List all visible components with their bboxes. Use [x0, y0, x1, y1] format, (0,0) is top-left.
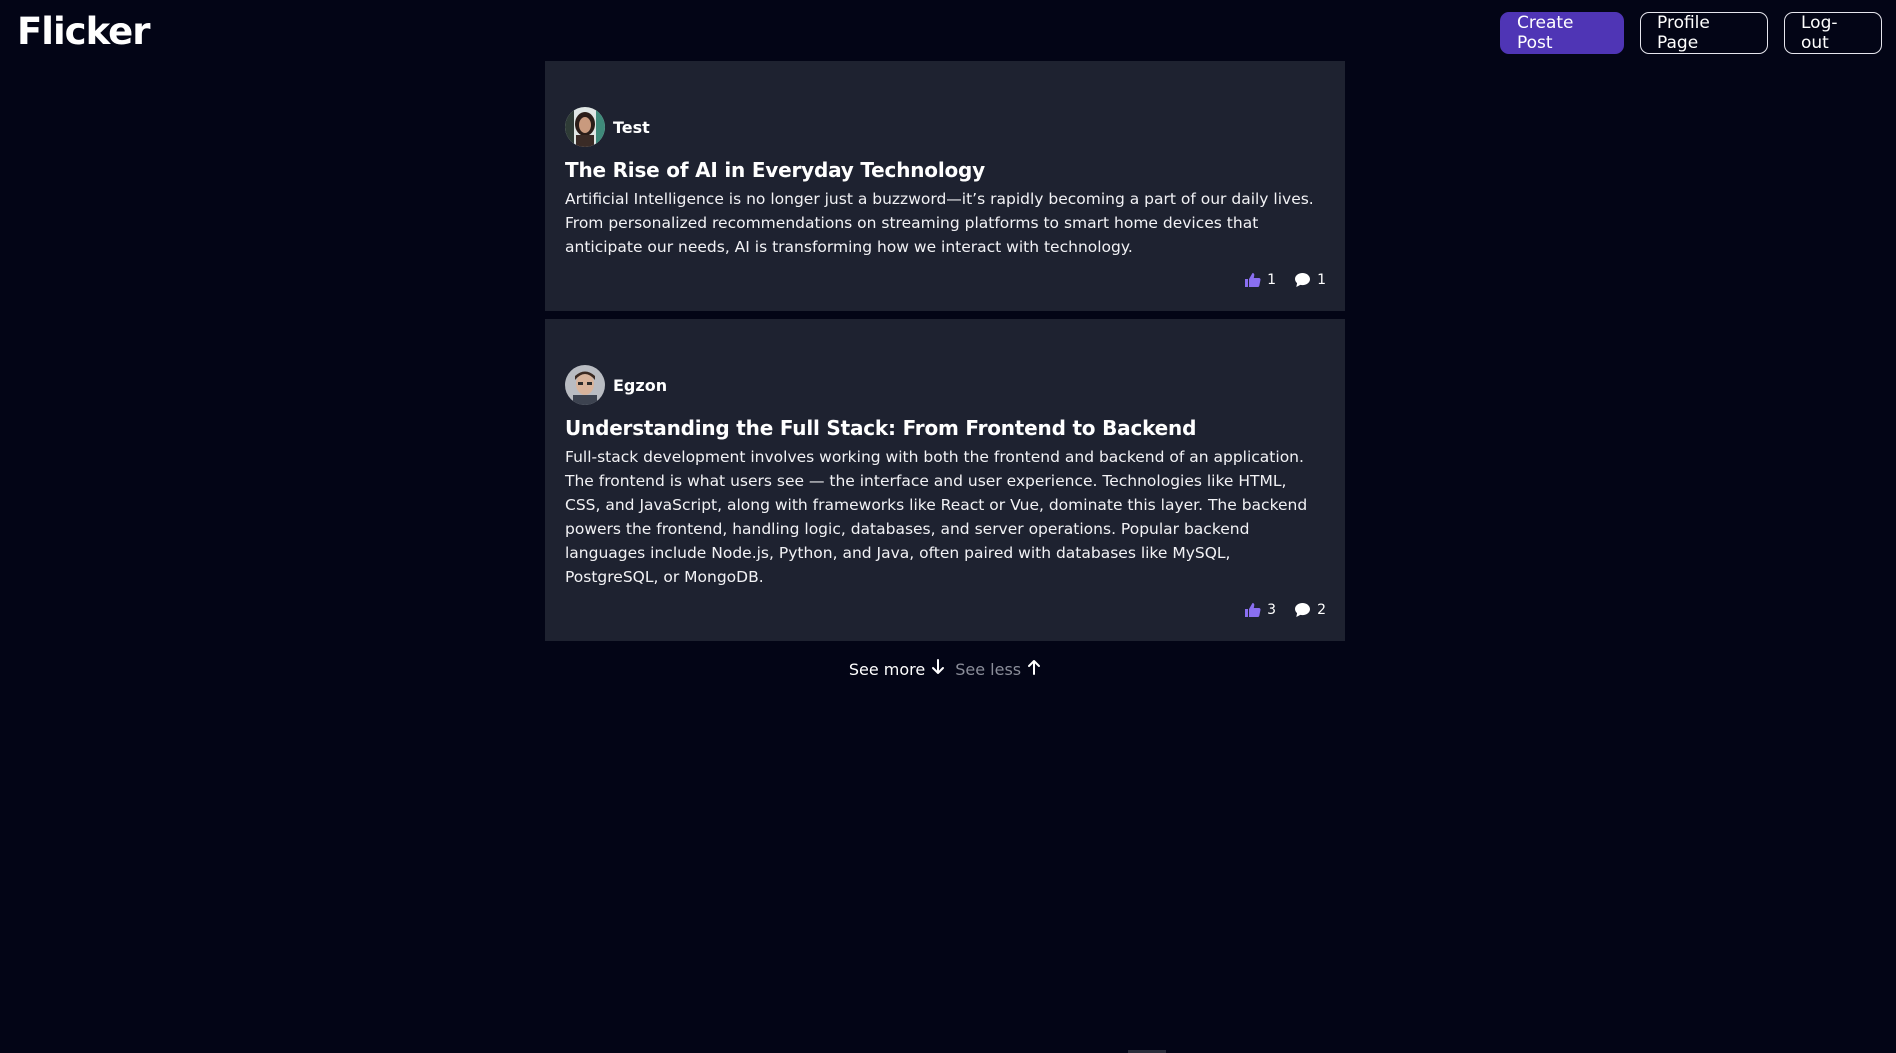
like-button[interactable]: 3: [1244, 602, 1276, 618]
author-name[interactable]: Test: [613, 118, 650, 137]
profile-page-button[interactable]: Profile Page: [1640, 12, 1768, 54]
see-more-label: See more: [848, 659, 926, 679]
see-less-label: See less: [955, 659, 1022, 679]
like-count: 3: [1267, 602, 1277, 618]
comment-icon: [1294, 602, 1311, 618]
post-body: Full-stack development involves working …: [565, 448, 1308, 586]
post-author: Egzon: [565, 365, 1326, 405]
logout-button[interactable]: Log-out: [1784, 12, 1882, 54]
post-card[interactable]: Egzon Understanding the Full Stack: From…: [545, 319, 1345, 641]
post-title[interactable]: Understanding the Full Stack: From Front…: [565, 415, 1326, 441]
app-logo[interactable]: Flicker: [17, 10, 151, 53]
see-less-button[interactable]: See less: [955, 659, 1041, 679]
post-title[interactable]: The Rise of AI in Everyday Technology: [565, 157, 1326, 183]
pagination-controls: See more See less: [545, 659, 1345, 679]
like-count: 1: [1267, 272, 1277, 288]
comment-count: 1: [1317, 272, 1326, 288]
avatar[interactable]: [565, 107, 605, 147]
thumbs-up-icon: [1244, 272, 1261, 288]
post-stats: 3 2: [565, 599, 1326, 621]
thumbs-up-icon: [1244, 602, 1261, 618]
comment-button[interactable]: 1: [1294, 272, 1326, 288]
header-nav: Create Post Profile Page Log-out: [1500, 12, 1882, 54]
comment-icon: [1294, 272, 1311, 288]
post-author: Test: [565, 107, 1326, 147]
like-button[interactable]: 1: [1244, 272, 1276, 288]
author-name[interactable]: Egzon: [613, 376, 667, 395]
post-stats: 1 1: [565, 269, 1326, 291]
avatar[interactable]: [565, 365, 605, 405]
comment-button[interactable]: 2: [1294, 602, 1326, 618]
create-post-button[interactable]: Create Post: [1500, 12, 1624, 54]
see-more-button[interactable]: See more: [849, 659, 945, 679]
post-body: Artificial Intelligence is no longer jus…: [565, 190, 1314, 256]
post-card[interactable]: Test The Rise of AI in Everyday Technolo…: [545, 61, 1345, 311]
comment-count: 2: [1317, 602, 1326, 618]
arrow-down-icon: [931, 659, 945, 679]
arrow-up-icon: [1027, 659, 1041, 679]
top-bar: Flicker Create Post Profile Page Log-out: [0, 0, 1896, 64]
post-feed: Test The Rise of AI in Everyday Technolo…: [545, 61, 1345, 679]
